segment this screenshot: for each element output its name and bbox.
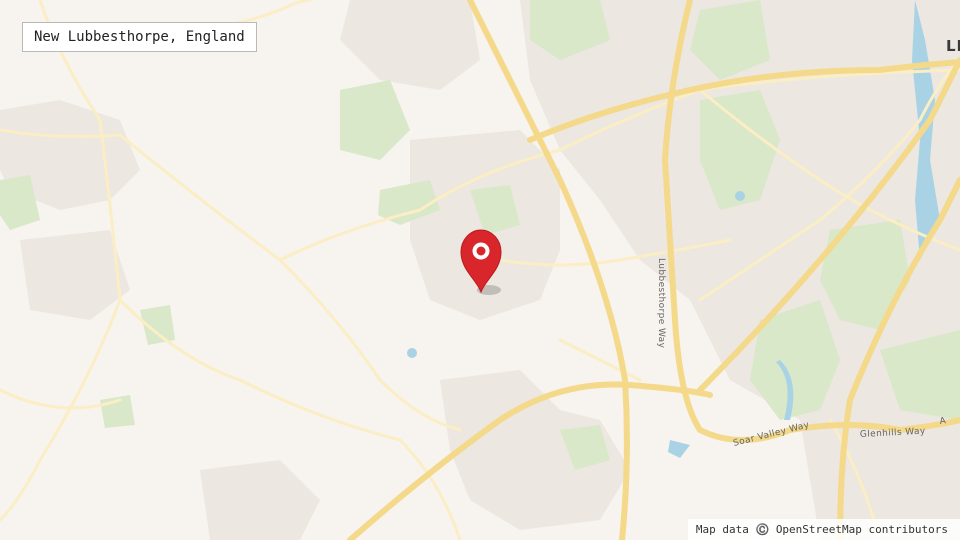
location-label: New Lubbesthorpe, England <box>22 22 257 52</box>
map-attribution: Map data ©️ OpenStreetMap contributors <box>687 519 960 540</box>
map-canvas[interactable]: Lubbesthorpe Way Soar Valley Way Glenhil… <box>0 0 960 540</box>
road-label-lubbesthorpe-way: Lubbesthorpe Way <box>656 258 666 349</box>
road-label-soar-valley-way: Soar Valley Way <box>732 420 811 449</box>
marker-dot <box>476 246 486 256</box>
place-label-leicester: LE <box>946 37 960 55</box>
